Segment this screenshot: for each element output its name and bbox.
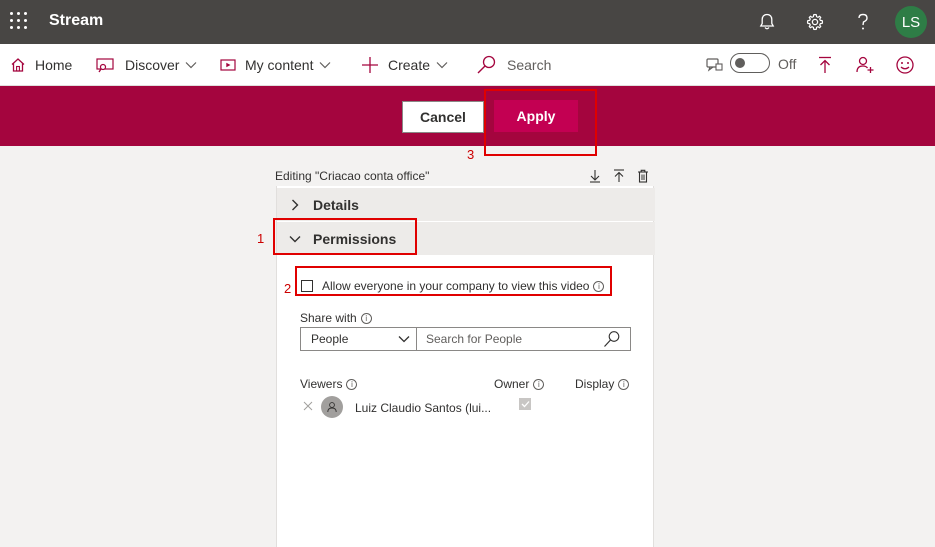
nav-discover-label: Discover: [125, 57, 180, 73]
help-icon[interactable]: [851, 10, 875, 34]
app-name[interactable]: Stream: [49, 12, 103, 30]
info-icon[interactable]: i: [360, 312, 372, 324]
owner-header-label: Owner: [494, 377, 530, 391]
discover-icon: [96, 58, 114, 73]
person-icon: [327, 402, 337, 413]
chevron-right-icon: [287, 197, 303, 213]
info-icon[interactable]: i: [618, 378, 630, 390]
nav-create-label: Create: [388, 57, 431, 73]
nav-home-label: Home: [35, 57, 73, 73]
cancel-button[interactable]: Cancel: [402, 101, 484, 133]
viewers-header: Viewers i: [300, 377, 358, 391]
share-with-label: Share with i: [300, 311, 372, 325]
section-permissions[interactable]: Permissions: [277, 222, 655, 255]
editing-panel: Details Permissions Allow everyone in yo…: [276, 186, 655, 547]
allow-everyone-checkbox[interactable]: [301, 280, 313, 292]
gear-icon[interactable]: [803, 10, 827, 34]
my-content-icon: [220, 59, 236, 71]
apply-button[interactable]: Apply: [494, 100, 578, 132]
chevron-down-icon: [287, 231, 303, 247]
avatar[interactable]: LS: [895, 6, 927, 38]
share-with-value: People: [311, 332, 349, 346]
display-header: Display i: [575, 377, 630, 391]
download-icon[interactable]: [588, 168, 602, 184]
upload-icon[interactable]: [612, 168, 626, 184]
section-details-label: Details: [313, 196, 359, 213]
nav-create[interactable]: Create: [361, 44, 448, 86]
home-icon: [11, 58, 25, 72]
chevron-down-icon: [320, 62, 331, 69]
check-icon: [521, 401, 529, 408]
info-icon[interactable]: i: [533, 378, 545, 390]
annotation-number-3: 3: [467, 147, 475, 162]
chevron-down-icon: [436, 62, 448, 69]
owner-checkbox: [519, 398, 531, 410]
editing-title: Editing "Criacao conta office": [275, 169, 430, 183]
section-details[interactable]: Details: [277, 188, 655, 221]
nav-home[interactable]: Home: [10, 44, 72, 86]
waffle-icon[interactable]: [10, 12, 28, 30]
display-header-label: Display: [575, 377, 615, 391]
toggle-label: Off: [778, 56, 797, 72]
chat-icon[interactable]: [702, 53, 726, 77]
annotation-number-2: 2: [284, 281, 292, 296]
share-with-select[interactable]: People: [300, 327, 417, 351]
nav-discover[interactable]: Discover: [96, 44, 197, 86]
allow-everyone-row[interactable]: Allow everyone in your company to view t…: [301, 277, 605, 295]
info-icon[interactable]: i: [593, 280, 605, 292]
chevron-down-icon: [398, 336, 410, 343]
bell-icon[interactable]: [755, 10, 779, 34]
nav-my-content-label: My content: [245, 57, 314, 73]
plus-icon: [362, 57, 378, 73]
nav-search-label: Search: [507, 57, 552, 73]
share-with-text: Share with: [300, 311, 357, 325]
search-icon[interactable]: [603, 330, 621, 348]
nav-search[interactable]: Search: [476, 44, 551, 86]
add-person-icon[interactable]: [853, 53, 877, 77]
nav-bar: Home Discover My content Create Search O…: [0, 44, 935, 86]
info-icon[interactable]: i: [346, 378, 358, 390]
allow-everyone-label: Allow everyone in your company to view t…: [322, 279, 590, 293]
trash-icon[interactable]: [636, 168, 650, 184]
annotation-number-1: 1: [257, 231, 265, 246]
upload-icon[interactable]: [813, 53, 837, 77]
owner-header: Owner i: [494, 377, 545, 391]
top-bar: Stream LS: [0, 0, 935, 44]
chevron-down-icon: [186, 62, 197, 69]
smiley-icon[interactable]: [893, 53, 917, 77]
viewer-name: Luiz Claudio Santos (lui...: [355, 401, 491, 415]
people-search-input[interactable]: [417, 327, 631, 351]
action-bar: Cancel Apply: [0, 86, 935, 146]
viewer-avatar: [321, 396, 343, 418]
nav-my-content[interactable]: My content: [220, 44, 331, 86]
viewers-header-label: Viewers: [300, 377, 343, 391]
search-icon: [477, 55, 496, 74]
toggle-switch[interactable]: [730, 53, 770, 73]
remove-viewer-icon[interactable]: [303, 401, 313, 411]
section-permissions-label: Permissions: [313, 230, 397, 247]
